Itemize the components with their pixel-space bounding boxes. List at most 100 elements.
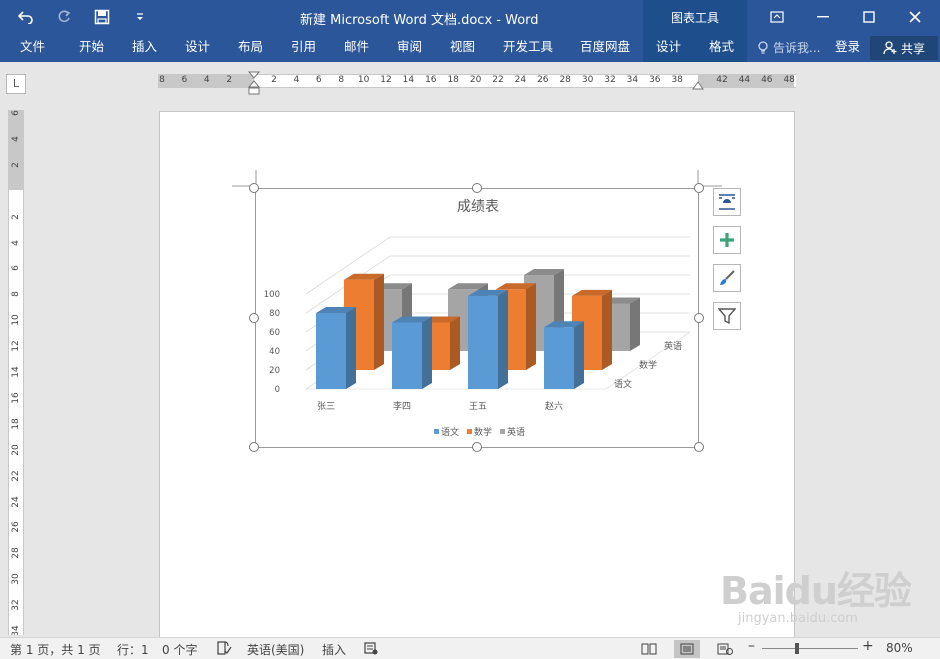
tab-home[interactable]: 开始: [79, 34, 104, 62]
ruler-tick-label: 24: [514, 75, 527, 85]
zoom-slider-thumb[interactable]: [795, 643, 799, 654]
chart-elements-button[interactable]: [713, 226, 741, 254]
page-count[interactable]: 第 1 页，共 1 页: [10, 641, 101, 658]
tab-developer[interactable]: 开发工具: [503, 34, 553, 62]
maximize-icon[interactable]: [846, 0, 892, 34]
print-layout-button[interactable]: [674, 640, 700, 658]
tell-me-box[interactable]: 告诉我...: [757, 34, 820, 62]
ruler-top-margin: [9, 110, 23, 190]
chart-filters-button[interactable]: [713, 302, 741, 330]
resize-handle-right[interactable]: [694, 313, 704, 323]
minimize-icon[interactable]: [800, 0, 846, 34]
ruler-tick-label: 8: [159, 75, 165, 85]
customize-qat-icon[interactable]: [128, 6, 152, 28]
ruler-tick-label: 48: [783, 75, 795, 85]
legend-entry: 英语: [507, 426, 525, 438]
bar-side: [630, 297, 640, 351]
tab-review[interactable]: 审阅: [397, 34, 422, 62]
resize-handle-left[interactable]: [249, 313, 259, 323]
vertical-ruler-tick-label: 4: [11, 136, 21, 142]
bar-front: [544, 327, 574, 389]
layout-options-button[interactable]: [713, 188, 741, 216]
resize-handle-bottom-right[interactable]: [694, 442, 704, 452]
ribbon-display-options-icon[interactable]: [754, 0, 800, 34]
x-axis-category-label: 李四: [393, 400, 411, 412]
vertical-ruler-tick-label: 14: [11, 366, 21, 378]
tab-chart-design[interactable]: 设计: [656, 34, 681, 62]
watermark-logo: Baidu经验: [720, 569, 912, 613]
y-axis-tick-label: 100: [264, 290, 280, 300]
quick-access-toolbar: [14, 6, 152, 28]
tab-design[interactable]: 设计: [185, 34, 210, 62]
tab-insert[interactable]: 插入: [132, 34, 157, 62]
ruler-tick-label: 8: [338, 75, 345, 85]
resize-handle-top[interactable]: [472, 183, 482, 193]
bar-front: [468, 295, 498, 389]
y-axis-tick-label: 0: [275, 385, 280, 395]
web-layout-button[interactable]: [712, 640, 738, 658]
ruler-tick-label: 44: [738, 75, 751, 85]
indent-marker[interactable]: [248, 71, 260, 99]
resize-handle-top-right[interactable]: [694, 183, 704, 193]
bar-front: [316, 313, 346, 389]
vertical-ruler-tick-label: 6: [11, 110, 21, 116]
bar-side: [526, 283, 536, 370]
chart-canvas: 成绩表020406080100张三 李四 王五 赵六语文数学英语语文 数学 英语: [264, 199, 692, 438]
tab-references[interactable]: 引用: [291, 34, 316, 62]
filter-icon: [718, 308, 736, 325]
baidu-jingyan-watermark: Baidu经验 jingyan.baidu.com: [720, 560, 912, 626]
tab-view[interactable]: 视图: [450, 34, 475, 62]
tab-layout[interactable]: 布局: [238, 34, 263, 62]
ruler-tick-label: 6: [181, 75, 188, 85]
language-indicator[interactable]: 英语(美国): [247, 641, 304, 658]
plus-icon: [720, 233, 734, 247]
ruler-tick-label: 36: [649, 75, 661, 85]
tab-file[interactable]: 文件: [20, 34, 45, 62]
tab-chart-format[interactable]: 格式: [709, 34, 734, 62]
sign-in-link[interactable]: 登录: [835, 34, 860, 62]
zoom-slider-track[interactable]: [762, 648, 858, 649]
y-axis-tick-label: 60: [269, 328, 280, 338]
read-mode-button[interactable]: [636, 640, 662, 658]
share-button[interactable]: 共享: [870, 36, 938, 60]
tab-selector[interactable]: L: [6, 74, 26, 94]
tab-baidu-netdisk[interactable]: 百度网盘: [580, 34, 630, 62]
vertical-ruler-tick-label: 8: [11, 291, 21, 298]
word-count[interactable]: 0 个字: [162, 641, 197, 658]
redo-icon[interactable]: [52, 6, 76, 28]
vertical-ruler[interactable]: 6 4 2 2 4 6 8 10 12 14 16 18 20 22 24 26 28 30 32 34: [8, 110, 24, 635]
zoom-level[interactable]: 80%: [886, 641, 913, 655]
ruler-tick-label: 30: [581, 75, 594, 85]
ruler-tick-label: 28: [559, 75, 571, 85]
ruler-tick-label: 2: [271, 75, 277, 85]
ruler-tick-label: 42: [716, 75, 728, 85]
chart-object[interactable]: 成绩表 0 20 40 60 80 100 张三 李四 王五 赵六 语文 数学 英语 语文 数学 英语: [255, 188, 699, 448]
y-axis-tick-label: 40: [269, 347, 280, 357]
vertical-ruler-tick-label: 32: [11, 599, 21, 611]
tab-mailings[interactable]: 邮件: [344, 34, 369, 62]
resize-handle-top-left[interactable]: [249, 183, 259, 193]
chart-tools-header: 图表工具: [643, 0, 747, 34]
x-axis-category-label: 赵六: [545, 400, 563, 412]
legend-entry: 语文: [441, 426, 459, 438]
bar-side: [450, 316, 460, 370]
close-icon[interactable]: [892, 0, 938, 34]
macro-record-icon[interactable]: [364, 641, 378, 658]
zoom-in-button[interactable]: +: [862, 638, 874, 654]
status-bar: 第 1 页，共 1 页 行：1 0 个字 英语(美国) 插入 – + 80%: [0, 637, 940, 659]
resize-handle-bottom-left[interactable]: [249, 442, 259, 452]
chart-styles-button[interactable]: [713, 264, 741, 292]
paintbrush-icon: [720, 270, 735, 285]
line-number[interactable]: 行：1: [117, 641, 149, 658]
save-icon[interactable]: [90, 6, 114, 28]
insert-mode[interactable]: 插入: [322, 641, 346, 658]
zoom-out-button[interactable]: –: [748, 638, 755, 654]
resize-handle-bottom[interactable]: [472, 442, 482, 452]
ruler-tick-label: 4: [293, 75, 300, 85]
right-indent-marker[interactable]: [692, 81, 704, 91]
horizontal-ruler[interactable]: 8 6 4 2 2 4 6 8 10 12 14 16 18 20 22 24 26 28 30 32 34 36 38 42…: [158, 71, 796, 95]
ruler-tick-label: 12: [380, 75, 392, 85]
undo-icon[interactable]: [14, 6, 38, 28]
proofing-icon[interactable]: [216, 641, 232, 658]
legend-swatch: [467, 429, 472, 434]
